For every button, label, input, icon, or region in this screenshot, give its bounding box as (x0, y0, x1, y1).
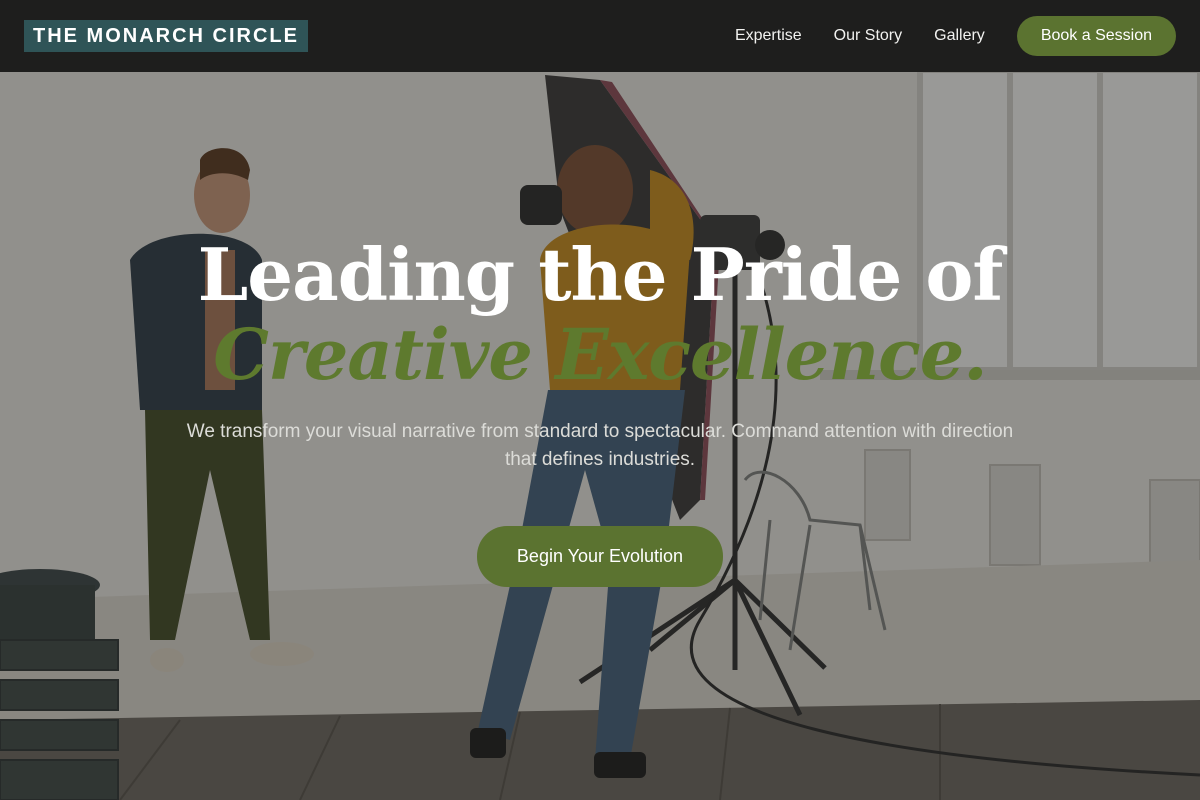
hero-content: Leading the Pride of Creative Excellence… (0, 232, 1200, 587)
nav-link-our-story[interactable]: Our Story (834, 27, 902, 45)
top-navigation: THE MONARCH CIRCLE Expertise Our Story G… (0, 0, 1200, 72)
nav-link-gallery[interactable]: Gallery (934, 27, 985, 45)
headline-line-1: Leading the Pride of (197, 232, 1004, 317)
headline-line-2: Creative Excellence. (213, 313, 987, 396)
hero-headline: Leading the Pride of Creative Excellence… (0, 232, 1200, 392)
nav-links: Expertise Our Story Gallery Book a Sessi… (703, 16, 1176, 56)
hero-subtitle: We transform your visual narrative from … (186, 421, 1014, 470)
begin-evolution-button[interactable]: Begin Your Evolution (476, 526, 724, 587)
nav-link-expertise[interactable]: Expertise (735, 27, 802, 45)
brand-logo[interactable]: THE MONARCH CIRCLE (24, 20, 308, 52)
book-session-button[interactable]: Book a Session (1016, 16, 1176, 56)
